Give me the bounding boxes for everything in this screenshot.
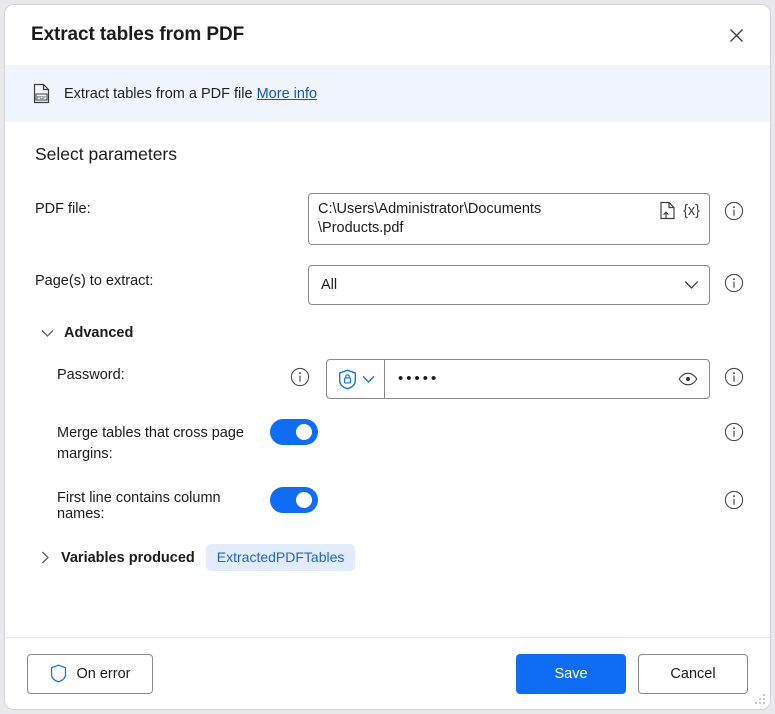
dialog-titlebar: Extract tables from PDF xyxy=(5,5,770,65)
banner-text-wrap: Extract tables from a PDF file More info xyxy=(64,86,317,102)
merge-tables-info-icon[interactable] xyxy=(724,422,744,442)
pages-info-icon[interactable] xyxy=(724,273,744,293)
pages-select[interactable]: All xyxy=(308,265,710,305)
password-mode-selector[interactable] xyxy=(327,360,385,398)
banner-description: Extract tables from a PDF file xyxy=(64,85,253,102)
chevron-down-icon xyxy=(362,375,375,383)
dialog-body: Select parameters PDF file: C:\Users\Adm… xyxy=(5,122,770,637)
first-line-row: First line contains column names: xyxy=(35,487,744,522)
close-button[interactable] xyxy=(718,19,754,51)
password-input[interactable]: ••••• xyxy=(385,360,674,398)
pdf-file-field-icons: {x} xyxy=(657,200,709,220)
pdf-file-info-icon[interactable] xyxy=(724,201,744,221)
info-banner: PDF Extract tables from a PDF file More … xyxy=(5,65,770,122)
extract-tables-dialog: Extract tables from PDF PDF Extract tabl… xyxy=(4,4,771,710)
chevron-down-icon xyxy=(684,281,699,289)
chevron-down-icon xyxy=(41,329,54,337)
on-error-label: On error xyxy=(76,665,131,682)
pdf-file-field[interactable]: C:\Users\Administrator\Documents \Produc… xyxy=(308,193,710,245)
pages-row: Page(s) to extract: All xyxy=(35,265,744,305)
variable-pill[interactable]: ExtractedPDFTables xyxy=(205,544,356,571)
pages-label: Page(s) to extract: xyxy=(35,273,154,289)
toggle-knob xyxy=(296,492,312,508)
save-button[interactable]: Save xyxy=(516,653,626,694)
page-title: Extract tables from PDF xyxy=(31,24,245,45)
shield-lock-icon xyxy=(339,368,356,389)
shield-icon xyxy=(50,664,66,683)
toggle-knob xyxy=(296,424,312,440)
advanced-label: Advanced xyxy=(64,325,134,341)
first-line-label: First line contains column names: xyxy=(57,490,221,522)
password-reveal-button[interactable] xyxy=(674,372,709,386)
svg-text:PDF: PDF xyxy=(37,95,46,100)
pdf-file-input[interactable]: C:\Users\Administrator\Documents \Produc… xyxy=(318,200,657,238)
merge-tables-row: Merge tables that cross page margins: xyxy=(35,419,744,465)
more-info-link[interactable]: More info xyxy=(257,86,317,102)
password-info-icon[interactable] xyxy=(724,367,744,387)
merge-tables-label: Merge tables that cross page margins: xyxy=(57,425,244,462)
close-icon xyxy=(729,28,743,42)
eye-icon xyxy=(678,372,698,386)
dialog-footer: On error Save Cancel xyxy=(5,637,770,709)
on-error-button[interactable]: On error xyxy=(27,653,153,694)
first-line-toggle[interactable] xyxy=(270,487,318,513)
variables-produced-label: Variables produced xyxy=(61,549,195,566)
password-label: Password: xyxy=(57,367,125,383)
password-field: ••••• xyxy=(326,359,710,399)
merge-tables-toggle[interactable] xyxy=(270,419,318,445)
resize-grip-icon[interactable] xyxy=(753,693,766,706)
cancel-button[interactable]: Cancel xyxy=(638,653,748,694)
password-mode-info-icon[interactable] xyxy=(290,367,310,387)
pdf-file-icon: PDF xyxy=(33,83,50,104)
section-title: Select parameters xyxy=(35,144,178,164)
advanced-section-toggle[interactable]: Advanced xyxy=(41,325,744,341)
pdf-file-label: PDF file: xyxy=(35,201,91,217)
chevron-right-icon xyxy=(41,551,49,564)
password-row: Password: ••••• xyxy=(35,359,744,399)
first-line-info-icon[interactable] xyxy=(724,490,744,510)
pages-select-value: All xyxy=(321,277,338,293)
variables-produced-row[interactable]: Variables produced ExtractedPDFTables xyxy=(41,544,744,571)
pdf-file-row: PDF file: C:\Users\Administrator\Documen… xyxy=(35,193,744,245)
variable-picker-icon[interactable]: {x} xyxy=(683,202,700,220)
file-upload-icon[interactable] xyxy=(659,201,676,220)
